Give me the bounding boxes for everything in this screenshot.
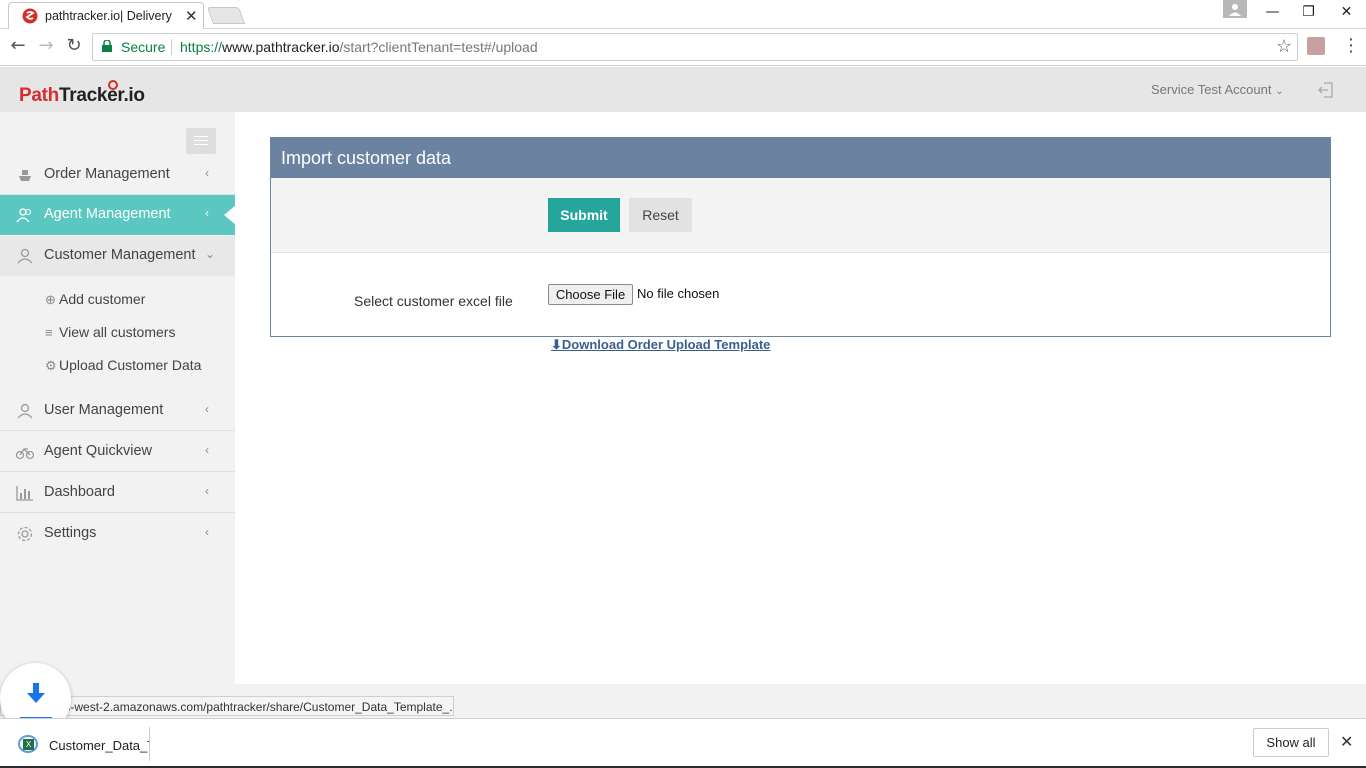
- bike-icon: [16, 447, 34, 460]
- excel-file-icon: X: [18, 735, 38, 753]
- url-scheme: https://: [180, 39, 223, 55]
- logout-icon[interactable]: [1317, 81, 1335, 99]
- choose-file-button[interactable]: Choose File: [548, 284, 633, 305]
- minimize-icon[interactable]: —: [1254, 0, 1291, 29]
- sidebar-item-label: Dashboard: [44, 484, 115, 500]
- browser-tab[interactable]: pathtracker.io| Delivery P ✕: [8, 2, 204, 29]
- url-host: www.pathtracker.io: [222, 39, 340, 55]
- chevron-left-icon: ‹: [205, 443, 209, 457]
- pdf-extension-icon[interactable]: [1307, 37, 1325, 55]
- import-panel: Import customer data Submit Reset Select…: [270, 137, 1331, 337]
- chevron-left-icon: ‹: [205, 206, 209, 220]
- submenu-label: View all customers: [59, 324, 176, 340]
- show-all-button[interactable]: Show all: [1253, 728, 1329, 757]
- sidebar-item-dashboard[interactable]: Dashboard ‹: [0, 473, 235, 513]
- reload-icon[interactable]: ↻: [64, 37, 84, 57]
- lock-icon: [102, 40, 112, 52]
- bar-chart-icon: [16, 486, 33, 501]
- logo-tracker-text: Tracker.io: [58, 85, 145, 106]
- address-bar[interactable]: Secure https://www.pathtracker.io/start?…: [92, 33, 1298, 61]
- chevron-left-icon: ‹: [205, 402, 209, 416]
- submenu-upload-customer-data[interactable]: ⚙ Upload Customer Data: [45, 357, 201, 379]
- url-text: https://www.pathtracker.io/start?clientT…: [180, 39, 538, 55]
- sidebar-item-label: Agent Quickview: [44, 443, 152, 459]
- shelf-close-icon[interactable]: ✕: [1340, 732, 1353, 751]
- app-logo[interactable]: PathTracker.io: [19, 85, 145, 107]
- profile-icon[interactable]: [1223, 0, 1247, 18]
- chevron-left-icon: ‹: [205, 166, 209, 180]
- gear-icon: ⚙: [45, 358, 57, 373]
- chevron-down-icon: ⌄: [1275, 86, 1284, 97]
- address-separator: [171, 39, 172, 55]
- sidebar-item-order-management[interactable]: Order Management ‹: [0, 155, 235, 195]
- app-header: PathTracker.io Service Test Account ⌄: [0, 67, 1366, 112]
- sidebar-item-label: User Management: [44, 402, 164, 418]
- sidebar-item-settings[interactable]: Settings ‹: [0, 514, 235, 554]
- download-link-text: Download Order Upload Template: [561, 337, 771, 352]
- sidebar-item-label: Customer Management: [44, 247, 196, 263]
- sidebar-item-agent-quickview[interactable]: Agent Quickview ‹: [0, 432, 235, 472]
- sidebar: Order Management ‹ Agent Management ‹ Cu…: [0, 112, 236, 684]
- url-path: /start?clientTenant=test#/upload: [339, 39, 538, 55]
- forward-arrow-icon[interactable]: →: [36, 37, 56, 57]
- download-file-name: Customer_Data_T: [49, 738, 149, 753]
- download-shelf: X Customer_Data_T Show all ✕: [0, 718, 1366, 768]
- restore-icon[interactable]: ❐: [1290, 0, 1327, 29]
- chevron-left-icon: ‹: [205, 484, 209, 498]
- sidebar-item-label: Settings: [44, 525, 97, 541]
- submenu-add-customer[interactable]: ⊕ Add customer: [45, 291, 145, 313]
- sidebar-item-user-management[interactable]: User Management ‹: [0, 391, 235, 431]
- secure-label: Secure: [121, 39, 166, 55]
- sidebar-toggle-button[interactable]: [186, 128, 216, 154]
- submenu-label: Upload Customer Data: [59, 357, 202, 373]
- no-file-text: No file chosen: [637, 286, 720, 301]
- browser-menu-icon[interactable]: ⋮: [1342, 35, 1360, 56]
- chevron-left-icon: ‹: [205, 525, 209, 539]
- sidebar-item-customer-management[interactable]: Customer Management ⌄: [0, 236, 235, 276]
- download-item[interactable]: X Customer_Data_T: [10, 727, 150, 761]
- ship-icon: [19, 170, 31, 181]
- new-tab-button[interactable]: [206, 7, 246, 24]
- account-name: Service Test Account: [1151, 82, 1272, 97]
- submit-button[interactable]: Submit: [548, 198, 620, 232]
- window-close-icon[interactable]: ✕: [1328, 0, 1365, 29]
- panel-title: Import customer data: [271, 138, 1330, 178]
- back-arrow-icon[interactable]: ←: [8, 37, 28, 57]
- sidebar-item-agent-management[interactable]: Agent Management ‹: [0, 195, 236, 235]
- file-field-label: Select customer excel file: [354, 293, 513, 309]
- logo-pin-icon: [108, 80, 118, 90]
- submenu-view-all-customers[interactable]: ≡ View all customers: [45, 324, 175, 346]
- tab-close-icon[interactable]: ✕: [185, 7, 198, 25]
- reset-button[interactable]: Reset: [629, 198, 692, 232]
- gear-icon: [17, 526, 33, 542]
- bookmark-star-icon[interactable]: ☆: [1276, 36, 1292, 57]
- tab-title: pathtracker.io| Delivery P: [45, 9, 175, 23]
- agents-icon: [16, 208, 32, 223]
- chevron-down-icon: ⌄: [205, 247, 216, 261]
- submenu-label: Add customer: [59, 291, 146, 307]
- user-icon: [17, 248, 33, 264]
- user-icon: [17, 403, 33, 419]
- panel-actions: Submit Reset: [271, 178, 1330, 253]
- logo-path-text: Path: [19, 85, 59, 106]
- download-arrow-icon: [27, 683, 45, 703]
- pathtracker-favicon-icon: [22, 8, 38, 24]
- browser-tabstrip: pathtracker.io| Delivery P ✕ — ❐ ✕: [0, 0, 1366, 29]
- sidebar-item-label: Agent Management: [44, 206, 171, 222]
- list-icon: ≡: [45, 325, 53, 340]
- browser-toolbar: ← → ↻ Secure https://www.pathtracker.io/…: [0, 29, 1366, 66]
- account-menu[interactable]: Service Test Account ⌄: [1151, 82, 1283, 97]
- plus-circle-icon: ⊕: [45, 292, 56, 307]
- download-icon: ⬇: [551, 337, 562, 352]
- sidebar-item-label: Order Management: [44, 166, 170, 182]
- download-template-link[interactable]: ⬇Download Order Upload Template: [551, 337, 770, 353]
